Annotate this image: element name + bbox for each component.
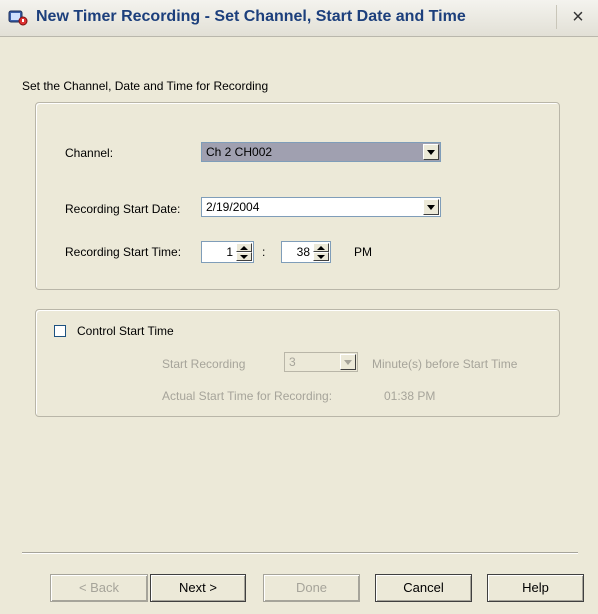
spin-down-icon[interactable] xyxy=(236,252,252,261)
back-button[interactable]: < Back xyxy=(50,574,148,602)
start-date-picker[interactable]: 2/19/2004 xyxy=(201,197,441,217)
start-time-label: Recording Start Time: xyxy=(65,245,182,259)
minutes-before-dropdown[interactable]: 3 xyxy=(284,352,358,372)
minute-value: 38 xyxy=(296,245,310,259)
page-heading: Set the Channel, Date and Time for Recor… xyxy=(22,79,269,93)
footer-divider xyxy=(22,552,578,554)
done-button[interactable]: Done xyxy=(263,574,360,602)
next-button[interactable]: Next > xyxy=(150,574,246,602)
hour-spinner[interactable]: 1 xyxy=(201,241,254,263)
control-start-time-checkbox[interactable] xyxy=(54,325,66,337)
tv-recorder-icon xyxy=(8,10,28,26)
title-bar: New Timer Recording - Set Channel, Start… xyxy=(0,0,598,37)
spin-up-icon[interactable] xyxy=(236,243,252,252)
spin-up-icon[interactable] xyxy=(313,243,329,252)
actual-start-value: 01:38 PM xyxy=(384,389,436,403)
actual-start-label: Actual Start Time for Recording: xyxy=(162,389,333,403)
minute-spinner[interactable]: 38 xyxy=(281,241,331,263)
cancel-button[interactable]: Cancel xyxy=(375,574,472,602)
spin-down-icon[interactable] xyxy=(313,252,329,261)
start-recording-label: Start Recording xyxy=(162,357,246,371)
start-date-label: Recording Start Date: xyxy=(65,202,181,216)
minutes-suffix-label: Minute(s) before Start Time xyxy=(372,357,518,371)
channel-label: Channel: xyxy=(65,146,114,160)
title-separator xyxy=(556,5,557,29)
chevron-down-icon[interactable] xyxy=(423,144,439,160)
ampm-label: PM xyxy=(354,245,372,259)
window-title: New Timer Recording - Set Channel, Start… xyxy=(36,8,466,25)
chevron-down-icon[interactable] xyxy=(423,199,439,215)
control-start-time-label[interactable]: Control Start Time xyxy=(77,324,174,338)
hour-spin-buttons[interactable] xyxy=(236,243,252,261)
close-button[interactable]: × xyxy=(563,4,593,30)
hour-value: 1 xyxy=(226,245,233,259)
time-separator: : xyxy=(262,245,266,259)
channel-value: Ch 2 CH002 xyxy=(206,145,273,159)
chevron-down-icon[interactable] xyxy=(340,354,356,370)
channel-dropdown[interactable]: Ch 2 CH002 xyxy=(201,142,441,162)
start-date-value: 2/19/2004 xyxy=(206,200,260,214)
minute-spin-buttons[interactable] xyxy=(313,243,329,261)
help-button[interactable]: Help xyxy=(487,574,584,602)
minutes-before-value: 3 xyxy=(289,355,296,369)
